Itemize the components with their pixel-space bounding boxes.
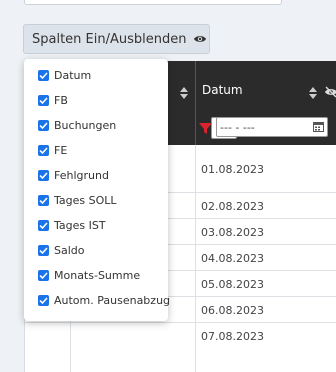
header-date-label: Datum <box>202 83 243 97</box>
row-date: 02.08.2023 <box>201 200 264 213</box>
column-toggle-tages-soll[interactable]: Tages SOLL <box>38 191 117 209</box>
row-date: 07.08.2023 <box>201 330 264 343</box>
row-date: 03.08.2023 <box>201 226 264 239</box>
column-toggle-datum[interactable]: Datum <box>38 66 91 84</box>
checkbox-checked-icon[interactable] <box>38 269 49 281</box>
table-row: 07.08.2023 <box>25 323 336 372</box>
checkbox-checked-icon[interactable] <box>38 169 49 181</box>
column-visibility-menu: Datum FB Buchungen FE Fehlgrund Tages SO… <box>24 59 170 321</box>
column-toggle-monats-summe[interactable]: Monats-Summe <box>38 266 140 284</box>
row-date: 04.08.2023 <box>201 252 264 265</box>
checkbox-checked-icon[interactable] <box>38 219 49 231</box>
column-toggle-label: Tages SOLL <box>54 193 117 207</box>
row-date: 05.08.2023 <box>201 278 264 291</box>
checkbox-checked-icon[interactable] <box>38 194 49 206</box>
column-toggle-label: FE <box>54 143 68 157</box>
toggle-columns-label: Spalten Ein/Ausblenden <box>32 31 187 47</box>
column-toggle-label: Fehlgrund <box>54 168 109 182</box>
column-toggle-tages-ist[interactable]: Tages IST <box>38 216 106 234</box>
column-toggle-saldo[interactable]: Saldo <box>38 241 85 259</box>
eye-icon <box>193 34 207 44</box>
column-toggle-fe[interactable]: FE <box>38 141 67 159</box>
toggle-columns-button[interactable]: Spalten Ein/Ausblenden <box>23 24 210 54</box>
column-toggle-label: Saldo <box>54 243 85 257</box>
column-toggle-fb[interactable]: FB <box>38 91 68 109</box>
column-toggle-fehlgrund[interactable]: Fehlgrund <box>38 166 109 184</box>
calendar-icon[interactable] <box>313 121 324 135</box>
sort-icon[interactable] <box>180 84 188 103</box>
date-filter-input[interactable]: --- - --- <box>216 117 328 137</box>
column-toggle-autom-pausenabzug[interactable]: Autom. Pausenabzug <box>38 291 170 309</box>
column-toggle-label: Monats-Summe <box>54 268 141 282</box>
checkbox-checked-icon[interactable] <box>38 94 49 106</box>
checkbox-checked-icon[interactable] <box>38 244 49 256</box>
row-date: 01.08.2023 <box>201 163 264 176</box>
column-toggle-label: Autom. Pausenabzug <box>54 293 171 307</box>
sort-icon[interactable] <box>309 84 317 103</box>
checkbox-checked-icon[interactable] <box>38 69 49 81</box>
filter-icon[interactable] <box>199 120 212 139</box>
header-column-datum[interactable]: Datum --- - --- <box>195 61 336 145</box>
eye-slash-icon[interactable] <box>324 83 336 102</box>
checkbox-checked-icon[interactable] <box>38 119 49 131</box>
column-toggle-label: FB <box>54 93 68 107</box>
column-toggle-label: Datum <box>54 68 92 82</box>
date-filter-value: --- - --- <box>220 121 255 134</box>
column-toggle-buchungen[interactable]: Buchungen <box>38 116 116 134</box>
column-toggle-label: Buchungen <box>54 118 117 132</box>
checkbox-checked-icon[interactable] <box>38 294 49 306</box>
checkbox-checked-icon[interactable] <box>38 144 49 156</box>
row-date: 06.08.2023 <box>201 304 264 317</box>
column-toggle-label: Tages IST <box>54 218 106 232</box>
top-input-box <box>24 0 282 5</box>
